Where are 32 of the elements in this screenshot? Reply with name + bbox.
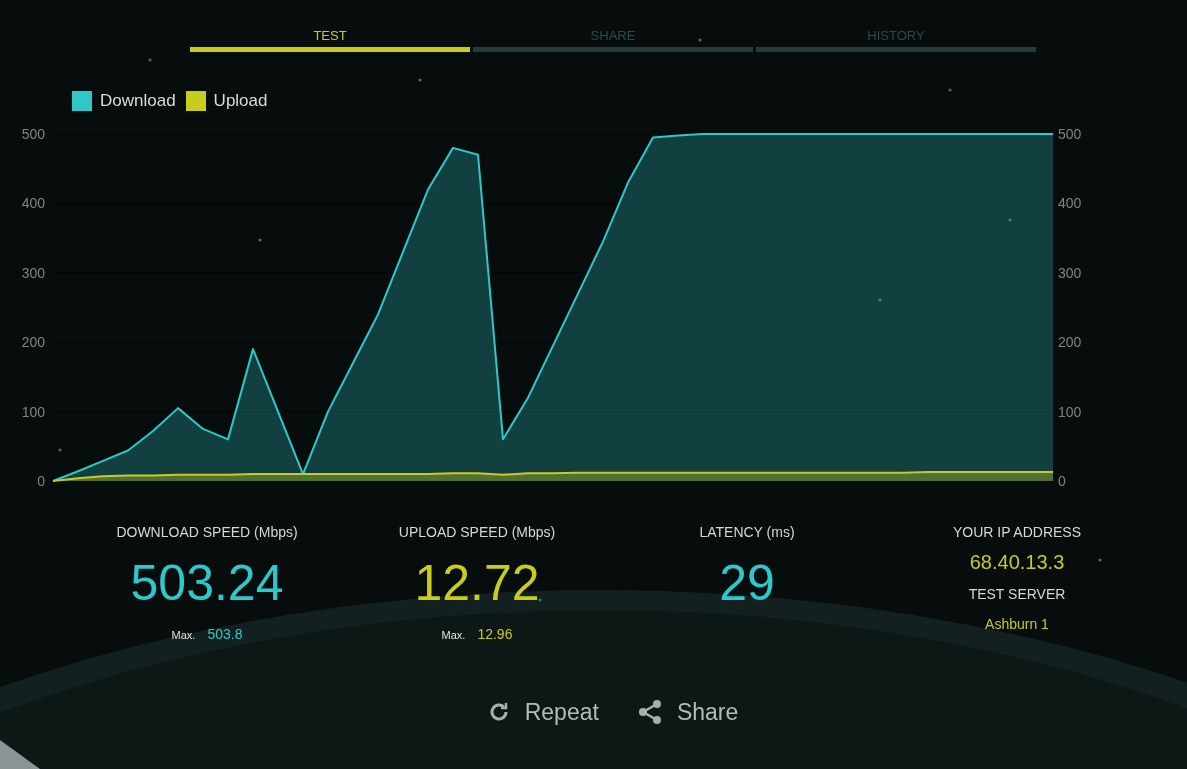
axis-label: 100 xyxy=(21,403,45,420)
stat-label: DOWNLOAD SPEED (Mbps) xyxy=(116,522,298,542)
legend-label: Upload xyxy=(213,90,268,112)
share-icon xyxy=(636,698,663,725)
repeat-button[interactable]: Repeat xyxy=(486,694,599,729)
stat-value: 29 xyxy=(719,557,775,608)
stat-label: UPLOAD SPEED (Mbps) xyxy=(398,522,556,542)
stat-value: 503.24 xyxy=(130,557,284,608)
stat-label: TEST SERVER xyxy=(968,584,1066,604)
axis-label: 300 xyxy=(1058,264,1082,281)
axis-label: 400 xyxy=(21,194,45,211)
axis-label: 100 xyxy=(1058,403,1082,420)
max-value: 12.96 xyxy=(477,624,513,644)
axis-label: 500 xyxy=(1058,125,1082,142)
server-name: Ashburn 1 xyxy=(985,614,1049,634)
max-value: 503.8 xyxy=(207,624,243,644)
tab[interactable]: TEST xyxy=(190,25,470,52)
axis-label: 300 xyxy=(21,264,45,281)
legend-label: Download xyxy=(100,90,176,112)
axis-label: 400 xyxy=(1058,194,1082,211)
axis-label: 0 xyxy=(1058,472,1066,489)
max-label: Max. xyxy=(171,627,196,643)
max-label: Max. xyxy=(441,627,466,643)
stat-label: LATENCY (ms) xyxy=(699,522,795,542)
share-button[interactable]: Share xyxy=(636,694,739,729)
stat-label: YOUR IP ADDRESS xyxy=(952,522,1082,542)
stat-value: 12.72 xyxy=(414,557,540,608)
ip-address: 68.40.13.3 xyxy=(969,549,1065,574)
axis-label: 500 xyxy=(21,125,45,142)
axis-label: 200 xyxy=(1058,333,1082,350)
axis-label: 0 xyxy=(37,472,45,489)
axis-label: 200 xyxy=(21,333,45,350)
